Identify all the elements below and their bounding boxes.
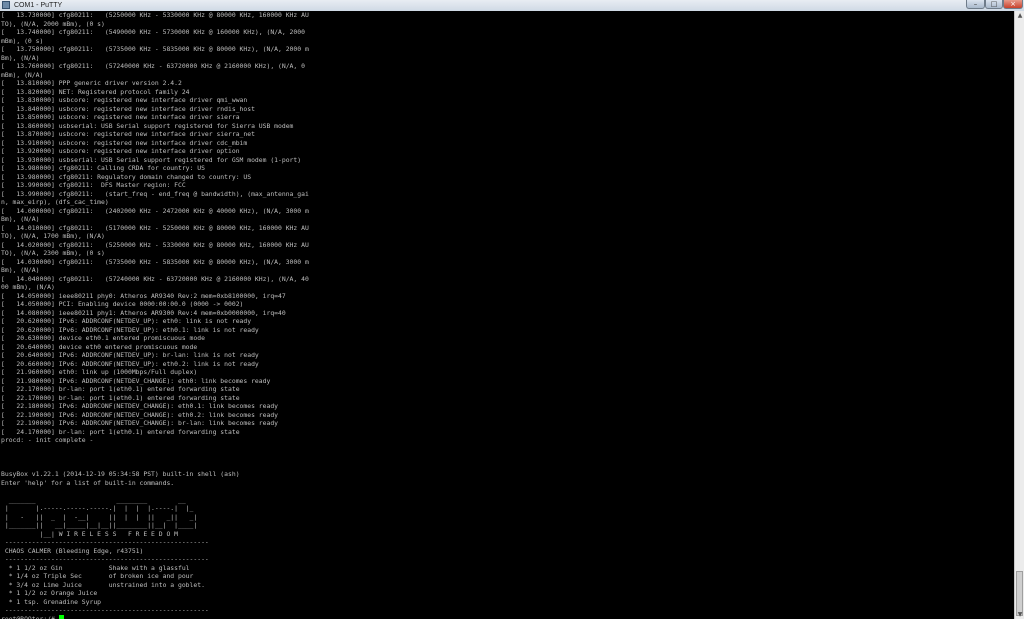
- terminal-line: | - || _ | -__| || | | || _|| _|: [1, 512, 198, 521]
- terminal-screen[interactable]: [ 13.730000] cfg80211: (5250000 KHz - 53…: [0, 11, 1014, 619]
- terminal-line: Enter 'help' for a list of built-in comm…: [1, 478, 175, 487]
- terminal-line: mBm), (0 s): [1, 36, 44, 45]
- terminal-line: | |.-----.-----.-----.| | | |.----.| |_: [1, 504, 194, 512]
- terminal-line: BusyBox v1.22.1 (2014-12-19 05:34:58 PST…: [1, 470, 240, 478]
- maximize-button[interactable]: □: [985, 0, 1003, 9]
- terminal-line: [ 20.640000] device eth0 entered promisc…: [1, 342, 198, 351]
- terminal-line: [ 13.840000] usbcore: registered new int…: [1, 104, 255, 113]
- scroll-down-arrow-icon[interactable]: ▼: [1016, 610, 1024, 619]
- terminal-line: [ 14.040000] cfg80211: (57240000 KHz - 6…: [1, 274, 309, 283]
- terminal-line: [ 13.980000] cfg80211: Calling CRDA for …: [1, 164, 205, 172]
- terminal-line: [ 14.030000] cfg80211: (5735000 KHz - 58…: [1, 257, 309, 266]
- terminal-line: [ 13.930000] usbserial: USB Serial suppo…: [1, 155, 302, 164]
- terminal-line: ----------------------------------------…: [1, 606, 209, 614]
- terminal-line: TO), (N/A, 2000 mBm), (0 s): [1, 19, 105, 28]
- terminal-line: CHAOS CALMER (Bleeding Edge, r43751): [1, 546, 144, 555]
- terminal-line: [ 13.730000] cfg80211: (5250000 KHz - 53…: [1, 11, 309, 19]
- terminal-line: [ 14.010000] cfg80211: (5170000 KHz - 52…: [1, 223, 309, 232]
- terminal-line: [ 14.050000] ieee80211 phy0: Atheros AR9…: [1, 291, 286, 300]
- terminal-line: [ 22.190000] IPv6: ADDRCONF(NETDEV_CHANG…: [1, 410, 279, 419]
- terminal-line: * 1 1/2 oz Gin Shake with a glassful: [1, 563, 190, 572]
- terminal-line: [ 13.870000] usbcore: registered new int…: [1, 130, 255, 138]
- terminal-output: [ 13.730000] cfg80211: (5250000 KHz - 53…: [0, 11, 1014, 619]
- terminal-line: [ 20.640000] IPv6: ADDRCONF(NETDEV_UP): …: [1, 351, 259, 359]
- terminal-line: Bm), (N/A): [1, 215, 40, 223]
- terminal-line: ----------------------------------------…: [1, 555, 209, 563]
- terminal-line: [ 22.180000] IPv6: ADDRCONF(NETDEV_CHANG…: [1, 402, 279, 410]
- terminal-line: [ 21.980000] IPv6: ADDRCONF(NETDEV_CHANG…: [1, 376, 271, 385]
- terminal-line: [ 13.850000] usbcore: registered new int…: [1, 113, 240, 121]
- terminal-line: [ 20.620000] IPv6: ADDRCONF(NETDEV_UP): …: [1, 317, 252, 325]
- terminal-line: [ 13.760000] cfg80211: (57240000 KHz - 6…: [1, 62, 305, 70]
- terminal-line: [ 22.170000] br-lan: port 1(eth0.1) ente…: [1, 393, 240, 402]
- terminal-line: [ 14.000000] cfg80211: (2402000 KHz - 24…: [1, 206, 309, 215]
- terminal-line: n, max_eirp), (dfs_cac_time): [1, 198, 109, 206]
- terminal-line: 00 mBm), (N/A): [1, 283, 55, 291]
- terminal-line: [ 13.830000] usbcore: registered new int…: [1, 96, 248, 104]
- terminal-line: Bm), (N/A): [1, 53, 40, 62]
- terminal-line: [ 13.740000] cfg80211: (5490000 KHz - 57…: [1, 28, 305, 36]
- terminal-line: [ 13.990000] cfg80211: (start_freq - end…: [1, 189, 309, 198]
- terminal-line: [ 13.920000] usbcore: registered new int…: [1, 147, 240, 155]
- terminal-line: * 3/4 oz Lime Juice unstrained into a go…: [1, 580, 205, 589]
- terminal-line: * 1 1/2 oz Orange Juice: [1, 589, 98, 597]
- terminal-line: ----------------------------------------…: [1, 538, 209, 546]
- terminal-line: [ 13.810000] PPP generic driver version …: [1, 79, 182, 87]
- terminal-line: [ 14.020000] cfg80211: (5250000 KHz - 53…: [1, 240, 309, 249]
- putty-icon: [2, 1, 10, 9]
- window-title: COM1 - PuTTY: [14, 2, 63, 9]
- terminal-line: procd: - init complete -: [1, 436, 94, 444]
- terminal-line: |_______|| __|_____|__|__||________||__|…: [1, 521, 198, 529]
- terminal-line: [ 13.860000] usbserial: USB Serial suppo…: [1, 121, 294, 130]
- terminal-line: TO), (N/A, 2300 mBm), (0 s): [1, 249, 105, 257]
- terminal-line: Bm), (N/A): [1, 266, 40, 274]
- terminal-line: [ 13.910000] usbcore: registered new int…: [1, 138, 248, 147]
- shell-prompt: root@ROOter:/#: [1, 614, 59, 619]
- vertical-scrollbar[interactable]: ▲ ▼: [1014, 11, 1024, 619]
- terminal-line: TO), (N/A, 1700 mBm), (N/A): [1, 232, 105, 240]
- terminal-line: |__| W I R E L E S S F R E E D O M: [1, 529, 178, 538]
- terminal-line: [ 22.190000] IPv6: ADDRCONF(NETDEV_CHANG…: [1, 419, 279, 427]
- terminal-line: [ 20.620000] IPv6: ADDRCONF(NETDEV_UP): …: [1, 325, 259, 334]
- terminal-line: * 1 tsp. Grenadine Syrup: [1, 597, 102, 606]
- shell-prompt-line[interactable]: root@ROOter:/#: [1, 614, 1014, 619]
- terminal-line: [ 14.080000] ieee80211 phy1: Atheros AR9…: [1, 308, 286, 317]
- terminal-line: [ 20.630000] device eth0.1 entered promi…: [1, 334, 205, 342]
- text-cursor: [58, 614, 64, 619]
- terminal-line: [ 14.050000] PCI: Enabling device 0000:0…: [1, 300, 244, 308]
- terminal-line: [ 13.990000] cfg80211: DFS Master region…: [1, 181, 186, 189]
- terminal-line: * 1/4 oz Triple Sec of broken ice and po…: [1, 572, 194, 580]
- terminal-line: [ 13.820000] NET: Registered protocol fa…: [1, 87, 190, 96]
- close-button[interactable]: ×: [1003, 0, 1023, 9]
- terminal-line: [ 20.660000] IPv6: ADDRCONF(NETDEV_UP): …: [1, 359, 259, 368]
- terminal-line: [ 22.170000] br-lan: port 1(eth0.1) ente…: [1, 385, 240, 393]
- terminal-line: [ 24.170000] br-lan: port 1(eth0.1) ente…: [1, 427, 240, 436]
- terminal-line: [ 13.980000] cfg80211: Regulatory domain…: [1, 172, 252, 181]
- terminal-line: _______ ________ __: [1, 495, 186, 504]
- terminal-line: [ 21.960000] eth0: link up (1000Mbps/Ful…: [1, 368, 198, 376]
- terminal-line: mBm), (N/A): [1, 70, 44, 79]
- terminal-line: [ 13.750000] cfg80211: (5735000 KHz - 58…: [1, 45, 309, 53]
- minimize-button[interactable]: –: [966, 0, 985, 9]
- scroll-up-arrow-icon[interactable]: ▲: [1016, 11, 1024, 20]
